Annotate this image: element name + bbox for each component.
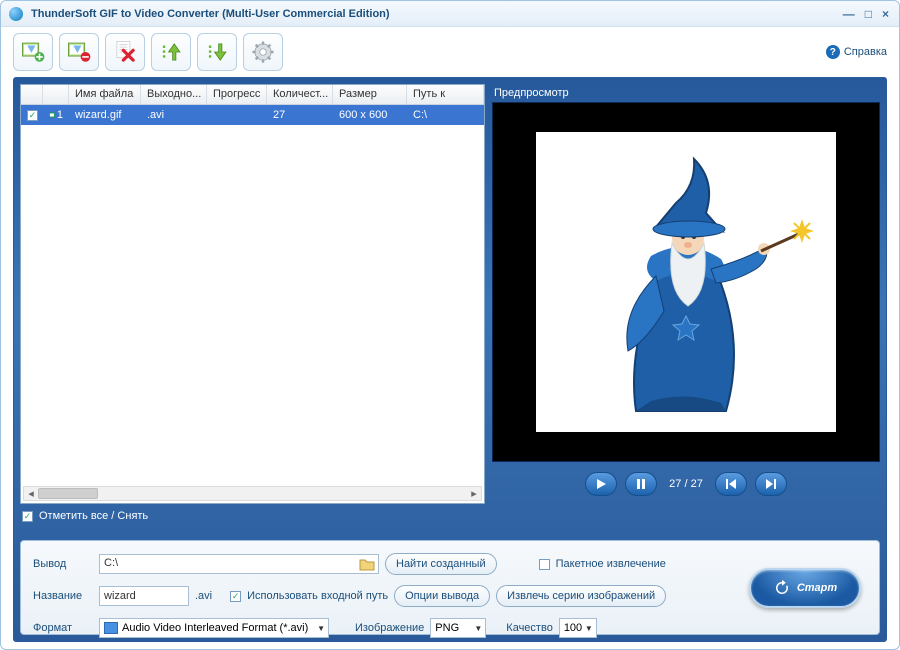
app-logo-icon [9,7,23,21]
window-title: ThunderSoft GIF to Video Converter (Mult… [31,8,390,20]
pause-button[interactable] [625,472,657,496]
col-output[interactable]: Выходно... [141,85,207,104]
col-count[interactable]: Количест... [267,85,333,104]
file-list-pane: Имя файла Выходно... Прогресс Количест..… [20,84,485,504]
format-avi-icon [104,622,118,634]
move-up-button[interactable] [151,33,191,71]
col-filename[interactable]: Имя файла [69,85,141,104]
app-window: ThunderSoft GIF to Video Converter (Mult… [0,0,900,650]
preview-pane: Предпросмотр [492,84,880,504]
help-icon: ? [826,45,840,59]
batch-extract-label[interactable]: Пакетное извлечение [556,558,666,570]
horizontal-scrollbar[interactable]: ◂ ▸ [23,486,482,501]
file-type-icon [49,109,55,121]
col-progress[interactable]: Прогресс [207,85,267,104]
col-size[interactable]: Размер [333,85,407,104]
remove-file-button[interactable] [59,33,99,71]
clear-list-button[interactable] [105,33,145,71]
batch-extract-checkbox[interactable] [539,559,550,570]
row-checkbox[interactable] [27,110,38,121]
check-all-row: Отметить все / Снять [22,510,148,522]
prev-frame-button[interactable] [715,472,747,496]
row-size: 600 x 600 [333,107,407,123]
help-link[interactable]: ? Справка [826,45,887,59]
table-row[interactable]: 1 wizard.gif .avi 27 600 x 600 C:\ [21,105,484,125]
image-format-combo[interactable]: PNG [430,618,486,638]
check-all-label[interactable]: Отметить все / Снять [39,510,148,522]
maximize-button[interactable]: □ [863,7,874,21]
output-options-button[interactable]: Опции вывода [394,585,490,607]
col-num[interactable] [43,85,69,104]
row-path: C:\ [407,107,484,123]
preview-box [492,102,880,462]
preview-label: Предпросмотр [492,84,880,102]
name-ext: .avi [195,590,212,602]
scroll-thumb[interactable] [38,488,98,499]
toolbar: ? Справка [1,27,899,77]
row-num: 1 [57,109,63,121]
row-progress [207,113,267,117]
settings-button[interactable] [243,33,283,71]
add-file-button[interactable] [13,33,53,71]
wizard-illustration [556,141,816,424]
use-input-path-checkbox[interactable] [230,591,241,602]
titlebar: ThunderSoft GIF to Video Converter (Mult… [1,1,899,27]
use-input-path-label[interactable]: Использовать входной путь [247,590,388,602]
browse-folder-icon[interactable] [359,557,375,571]
output-settings-panel: Вывод C:\ Найти созданный Пакетное извле… [20,540,880,635]
quality-label: Качество [506,622,553,634]
row-output: .avi [141,107,207,123]
minimize-button[interactable]: — [841,7,857,21]
close-button[interactable]: × [880,7,891,21]
name-input[interactable] [99,586,189,606]
start-label: Старт [797,582,837,594]
check-all-checkbox[interactable] [22,511,33,522]
quality-combo[interactable]: 100 [559,618,597,638]
image-format-label: Изображение [355,622,424,634]
row-filename: wizard.gif [69,107,141,123]
format-label: Формат [33,622,91,634]
table-header: Имя файла Выходно... Прогресс Количест..… [21,85,484,105]
start-button[interactable]: Старт [749,568,861,608]
format-combo[interactable]: Audio Video Interleaved Format (*.avi) [99,618,329,638]
scroll-right-icon[interactable]: ▸ [467,487,481,500]
refresh-icon [773,579,791,597]
help-label: Справка [844,46,887,58]
col-check[interactable] [21,85,43,104]
row-count: 27 [267,107,333,123]
output-path-field[interactable]: C:\ [99,554,379,574]
move-down-button[interactable] [197,33,237,71]
output-label: Вывод [33,558,91,570]
scroll-left-icon[interactable]: ◂ [24,487,38,500]
play-button[interactable] [585,472,617,496]
next-frame-button[interactable] [755,472,787,496]
frame-counter: 27 / 27 [669,478,703,490]
extract-series-button[interactable]: Извлечь серию изображений [496,585,666,607]
main-body: Имя файла Выходно... Прогресс Количест..… [13,77,887,642]
preview-image [536,132,836,432]
name-label: Название [33,590,91,602]
find-created-button[interactable]: Найти созданный [385,553,497,575]
player-controls: 27 / 27 [492,472,880,496]
col-path[interactable]: Путь к [407,85,484,104]
